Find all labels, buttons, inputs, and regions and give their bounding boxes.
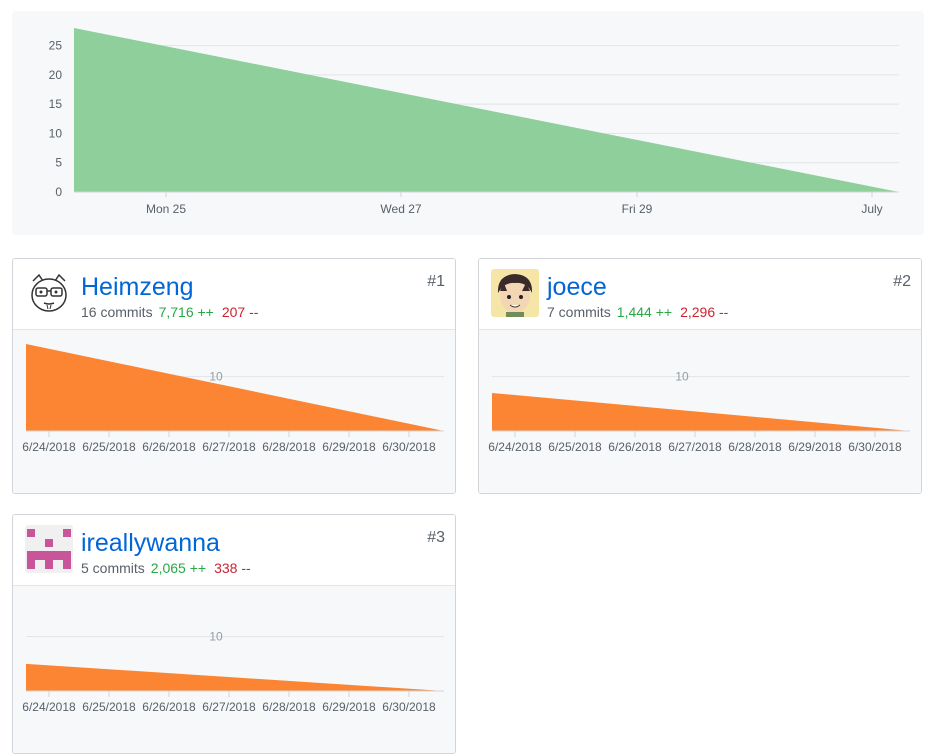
- contributor-rank: #3: [427, 529, 445, 546]
- contributor-name-link[interactable]: Heimzeng: [81, 272, 194, 302]
- contributor-name-link[interactable]: ireallywanna: [81, 528, 220, 558]
- x-tick-label: 6/28/2018: [262, 700, 316, 714]
- x-tick-label: 6/29/2018: [322, 440, 376, 454]
- commits-area: [74, 28, 899, 192]
- x-tick-label: 6/24/2018: [22, 440, 76, 454]
- x-tick-label: 6/26/2018: [142, 700, 196, 714]
- y-tick-label: 10: [675, 370, 689, 384]
- contributor-chart: 10 6/24/2018 6/25/2018 6/26/2018 6/27/2018 6/…: [13, 586, 455, 753]
- x-tick-label: 6/27/2018: [668, 440, 722, 454]
- avatar[interactable]: [491, 269, 539, 317]
- commit-count: 7 commits: [547, 304, 611, 320]
- deletions-count: 207 --: [221, 304, 259, 320]
- contributor-header: joece 7 commits 1,444 ++ 2,296 -- #2: [479, 259, 921, 330]
- x-tick-label: 6/24/2018: [488, 440, 542, 454]
- commit-count: 5 commits: [81, 560, 145, 576]
- contributor-card: ireallywanna 5 commits 2,065 ++ 338 -- #3 …: [12, 514, 456, 754]
- x-tick-label: 6/25/2018: [82, 440, 136, 454]
- x-tick-label: 6/29/2018: [788, 440, 842, 454]
- contributor-rank: #1: [427, 273, 445, 290]
- y-tick-label: 15: [49, 97, 63, 111]
- y-tick-label: 25: [49, 39, 63, 53]
- cartoon-boy-avatar-icon: [491, 269, 539, 317]
- additions-count: 1,444 ++: [616, 304, 673, 320]
- y-tick-label: 5: [55, 156, 62, 170]
- contributor-stats: 5 commits 2,065 ++ 338 --: [81, 559, 251, 577]
- commits-area: [26, 344, 444, 431]
- x-tick-label: 6/30/2018: [382, 700, 436, 714]
- cartoon-face-avatar-icon: [25, 269, 73, 317]
- commits-over-time-chart: 0 5 10 15 20 25 Mon 25 Wed 27 Fri 29 July: [12, 11, 924, 235]
- contributor-header: ireallywanna 5 commits 2,065 ++ 338 -- #3: [13, 515, 455, 586]
- contributor-chart: 10 6/24/2018 6/25/2018 6/26/2018 6/27/2018 6/…: [13, 330, 455, 493]
- y-tick-label: 10: [209, 370, 223, 384]
- contributor-chart-svg: 10 6/24/2018 6/25/2018 6/26/2018 6/27/2018 6/…: [22, 344, 444, 454]
- x-tick-label: 6/29/2018: [322, 700, 376, 714]
- commit-count: 16 commits: [81, 304, 153, 320]
- y-tick-label: 10: [209, 630, 223, 644]
- main-chart-svg: 0 5 10 15 20 25 Mon 25 Wed 27 Fri 29 July: [49, 28, 899, 216]
- x-tick-label: 6/30/2018: [382, 440, 436, 454]
- contributor-rank: #2: [893, 273, 911, 290]
- x-tick-label: 6/27/2018: [202, 440, 256, 454]
- avatar[interactable]: [25, 269, 73, 317]
- x-tick-label: Fri 29: [622, 202, 653, 216]
- x-tick-label: 6/26/2018: [608, 440, 662, 454]
- commits-area: [492, 392, 910, 431]
- identicon-avatar-icon: [25, 525, 73, 573]
- contributor-card: Heimzeng 16 commits 7,716 ++ 207 -- #1 10 6…: [12, 258, 456, 494]
- x-tick-label: 6/28/2018: [728, 440, 782, 454]
- x-tick-label: 6/25/2018: [82, 700, 136, 714]
- x-tick-label: Wed 27: [380, 202, 421, 216]
- x-tick-label: Mon 25: [146, 202, 186, 216]
- contributor-chart: 10 6/24/2018 6/25/2018 6/26/2018 6/27/2018 6/…: [479, 330, 921, 493]
- deletions-count: 2,296 --: [680, 304, 729, 320]
- deletions-count: 338 --: [214, 560, 251, 576]
- y-tick-label: 0: [55, 185, 62, 199]
- contributor-chart-svg: 10 6/24/2018 6/25/2018 6/26/2018 6/27/2018 6/…: [22, 630, 444, 714]
- additions-count: 2,065 ++: [150, 560, 207, 576]
- contributor-stats: 7 commits 1,444 ++ 2,296 --: [547, 303, 728, 321]
- contributor-stats: 16 commits 7,716 ++ 207 --: [81, 303, 258, 321]
- x-tick-label: 6/25/2018: [548, 440, 602, 454]
- x-tick-label: 6/26/2018: [142, 440, 196, 454]
- contributor-chart-svg: 10 6/24/2018 6/25/2018 6/26/2018 6/27/2018 6/…: [488, 370, 910, 454]
- contributor-name-link[interactable]: joece: [547, 272, 607, 302]
- commits-area: [26, 663, 444, 691]
- y-tick-label: 20: [49, 68, 63, 82]
- contributor-header: Heimzeng 16 commits 7,716 ++ 207 -- #1: [13, 259, 455, 330]
- x-tick-label: July: [861, 202, 882, 216]
- x-tick-label: 6/30/2018: [848, 440, 902, 454]
- x-tick-label: 6/24/2018: [22, 700, 76, 714]
- contributor-card: joece 7 commits 1,444 ++ 2,296 -- #2 10 6/2…: [478, 258, 922, 494]
- additions-count: 7,716 ++: [158, 304, 214, 320]
- y-tick-label: 10: [49, 126, 63, 140]
- avatar[interactable]: [25, 525, 73, 573]
- x-tick-label: 6/27/2018: [202, 700, 256, 714]
- x-tick-label: 6/28/2018: [262, 440, 316, 454]
